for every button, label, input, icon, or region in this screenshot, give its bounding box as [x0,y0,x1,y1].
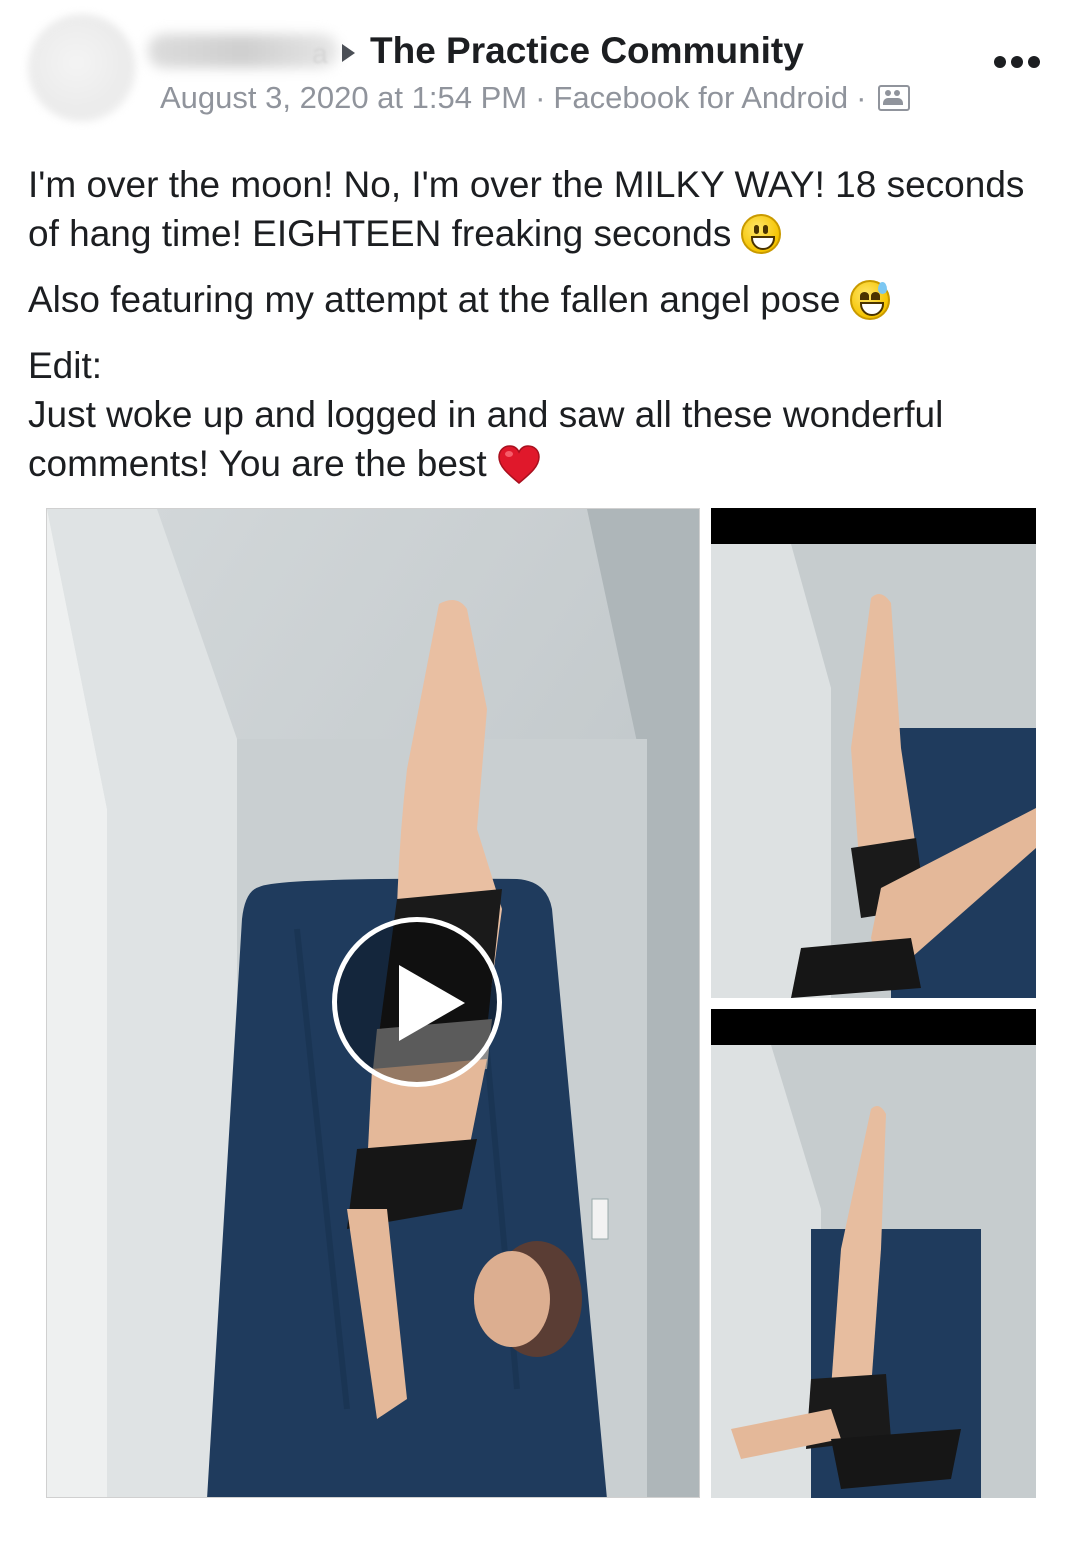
group-audience-icon[interactable] [878,85,911,111]
author-name-tail: a [312,38,328,69]
meta-separator: · [535,80,546,115]
author-avatar[interactable] [28,14,136,122]
red-heart-emoji-icon [497,445,541,485]
post-timestamp[interactable]: August 3, 2020 at 1:54 PM [160,80,527,116]
letterbox-bar [711,508,1036,544]
post-paragraph-3: Edit: Just woke up and logged in and saw … [28,341,1058,488]
more-options-icon[interactable] [994,56,1040,68]
meta-separator: · [856,80,867,115]
side-photo-2-image [711,1009,1036,1498]
post-text-line-3: Just woke up and logged in and saw all t… [28,394,944,484]
group-name-link[interactable]: The Practice Community [370,30,804,72]
author-name-redacted[interactable] [148,34,338,68]
post-paragraph-1: I'm over the moon! No, I'm over the MILK… [28,160,1058,258]
grinning-face-emoji-icon [741,214,782,254]
caret-right-icon [342,44,355,62]
post-meta: August 3, 2020 at 1:54 PM · Facebook for… [160,80,911,116]
side-photo-1-image [711,508,1036,998]
post-body: I'm over the moon! No, I'm over the MILK… [28,160,1058,488]
post-text-line-1: I'm over the moon! No, I'm over the MILK… [28,164,1025,254]
post-paragraph-2: Also featuring my attempt at the fallen … [28,275,1058,324]
post-text-edit-label: Edit: [28,345,103,386]
side-photo-1[interactable] [711,508,1036,998]
letterbox-bar [711,1009,1036,1045]
post-text-line-2: Also featuring my attempt at the fallen … [28,279,841,320]
side-photo-2[interactable] [711,1009,1036,1498]
play-icon[interactable] [332,917,502,1087]
main-video-thumbnail[interactable] [46,508,700,1498]
post-source: Facebook for Android [553,80,849,115]
grinning-sweat-emoji-icon [850,280,891,320]
